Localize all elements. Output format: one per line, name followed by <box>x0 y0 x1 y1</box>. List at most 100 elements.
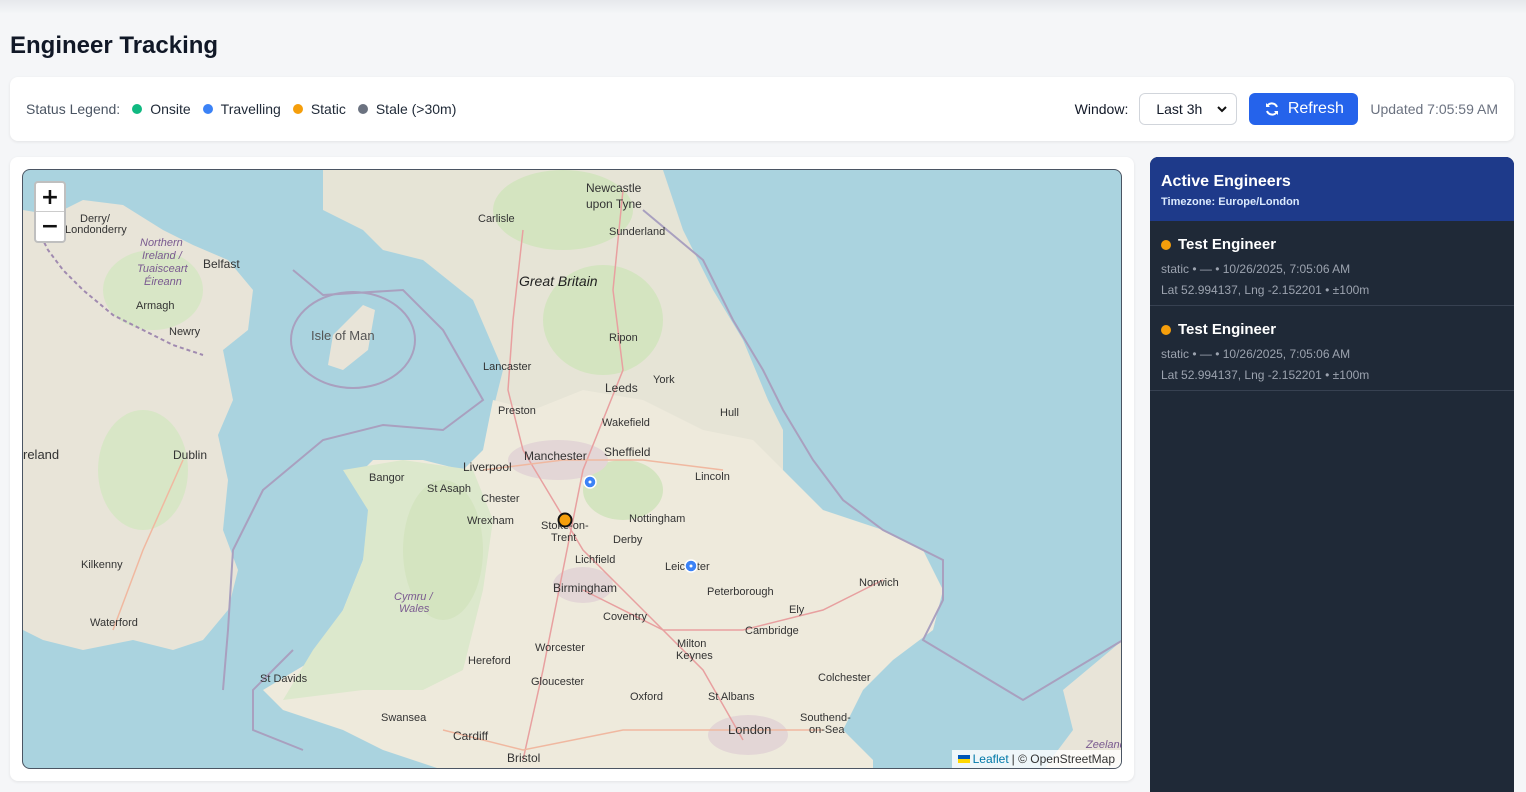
map-label: Birmingham <box>553 581 617 595</box>
status-dot-icon <box>1161 324 1171 335</box>
legend-item-onsite: Onsite <box>132 101 191 117</box>
map-label: York <box>653 374 675 386</box>
marker-travelling[interactable] <box>583 475 597 489</box>
map-label: Swansea <box>381 712 427 724</box>
map-label: Northern <box>140 237 183 249</box>
map-label: Worcester <box>535 642 585 654</box>
updated-timestamp: Updated 7:05:59 AM <box>1370 101 1498 117</box>
map-label: Hereford <box>468 655 511 667</box>
engineer-list-item[interactable]: Test Engineer static • — • 10/26/2025, 7… <box>1150 306 1514 391</box>
map-label: London <box>728 722 771 737</box>
map-attribution: Leaflet | © OpenStreetMap <box>951 750 1121 768</box>
map-label: Hull <box>720 407 739 419</box>
map-label: Leeds <box>605 381 638 395</box>
legend-item-travelling: Travelling <box>202 101 281 117</box>
legend-item-static: Static <box>292 101 346 117</box>
map-tiles: Newcastle upon Tyne Carlisle Sunderland … <box>23 170 1121 768</box>
zoom-control: + − <box>34 181 66 243</box>
engineer-coordinates: Lat 52.994137, Lng -2.152201 • ±100m <box>1161 368 1370 382</box>
map-label: Coventry <box>603 611 648 623</box>
map-label: upon Tyne <box>586 197 642 211</box>
map-label: Great Britain <box>519 273 598 289</box>
travelling-dot-icon <box>202 104 213 114</box>
map-label: Gloucester <box>531 676 585 688</box>
legend-label: Onsite <box>150 101 191 117</box>
map-label: Wales <box>399 603 430 615</box>
map-label: Sunderland <box>609 226 665 238</box>
map[interactable]: Newcastle upon Tyne Carlisle Sunderland … <box>22 169 1122 769</box>
refresh-icon <box>1265 102 1278 116</box>
map-label: Lincoln <box>695 471 730 483</box>
legend-label: Static <box>310 101 346 117</box>
engineer-name: Test Engineer <box>1178 236 1277 253</box>
map-label: Belfast <box>203 257 240 271</box>
marker-travelling[interactable] <box>684 559 698 573</box>
map-label: St Davids <box>260 673 308 685</box>
toolbar-controls: Window: Last 3h Refresh Updated 7:05:59 … <box>1075 77 1498 141</box>
legend-title: Status Legend: <box>26 101 121 117</box>
onsite-dot-icon <box>132 104 143 114</box>
attribution-text: | © OpenStreetMap <box>1011 752 1115 766</box>
map-label: Tuaisceart <box>137 263 188 275</box>
stale-dot-icon <box>357 104 368 114</box>
status-dot-icon <box>1161 239 1171 250</box>
map-label: Ireland / <box>142 250 183 262</box>
map-label: St Asaph <box>427 483 471 495</box>
engineer-list-item[interactable]: Test Engineer static • — • 10/26/2025, 7… <box>1150 221 1514 306</box>
legend-label: Stale (>30m) <box>375 101 457 117</box>
map-label: Lichfield <box>575 554 615 566</box>
leaflet-link[interactable]: Leaflet <box>973 752 1009 766</box>
map-label: Keynes <box>676 650 713 662</box>
map-label: Éireann <box>144 275 182 288</box>
map-label: Southend- <box>800 712 851 724</box>
map-label: Bangor <box>369 472 405 484</box>
engineer-coordinates: Lat 52.994137, Lng -2.152201 • ±100m <box>1161 283 1370 297</box>
map-label: Bristol <box>507 751 540 765</box>
zoom-out-button[interactable]: − <box>36 212 64 241</box>
page-title: Engineer Tracking <box>10 32 219 59</box>
ukraine-flag-icon <box>957 755 970 763</box>
map-label: Norwich <box>859 577 899 589</box>
map-label: Ely <box>789 604 805 616</box>
map-label: Milton <box>677 638 706 650</box>
legend-label: Travelling <box>220 101 281 117</box>
window-select-value: Last 3h <box>1156 101 1203 117</box>
map-label: Isle of Man <box>311 328 375 343</box>
map-label: St Albans <box>708 691 755 703</box>
map-label: reland <box>23 447 59 462</box>
map-label: Cardiff <box>453 729 489 743</box>
chevron-down-icon <box>1217 106 1228 113</box>
zoom-in-button[interactable]: + <box>36 183 64 212</box>
map-label: Chester <box>481 493 520 505</box>
panel-title: Active Engineers <box>1161 173 1291 190</box>
map-label: Peterborough <box>707 586 774 598</box>
map-label: Kilkenny <box>81 559 123 571</box>
engineer-status-meta: static • — • 10/26/2025, 7:05:06 AM <box>1161 347 1351 361</box>
window-select[interactable]: Last 3h <box>1139 93 1238 125</box>
map-label: Newcastle <box>586 181 642 195</box>
panel-header: Active Engineers Timezone: Europe/London <box>1150 157 1514 221</box>
window-label: Window: <box>1074 101 1129 117</box>
refresh-label: Refresh <box>1287 100 1344 117</box>
map-label: Liverpool <box>463 460 512 474</box>
status-legend: Status Legend: Onsite Travelling Static … <box>26 77 468 141</box>
terrain-patch <box>98 410 188 530</box>
map-label: on-Sea <box>809 724 845 736</box>
marker-static[interactable] <box>557 512 573 528</box>
map-label: Londonderry <box>65 224 127 236</box>
map-label: Colchester <box>818 672 871 684</box>
map-label: Nottingham <box>629 513 685 525</box>
refresh-button[interactable]: Refresh <box>1249 93 1359 125</box>
map-label: Dublin <box>173 448 207 462</box>
map-label: Manchester <box>524 449 587 463</box>
map-label: Oxford <box>630 691 663 703</box>
engineer-status-meta: static • — • 10/26/2025, 7:05:06 AM <box>1161 262 1351 276</box>
map-card: Newcastle upon Tyne Carlisle Sunderland … <box>10 157 1134 781</box>
timezone-label: Timezone: Europe/London <box>1161 196 1300 208</box>
engineers-panel: Active Engineers Timezone: Europe/London… <box>1150 157 1514 792</box>
map-label: Wrexham <box>467 515 514 527</box>
legend-item-stale: Stale (>30m) <box>357 101 457 117</box>
map-label: Carlisle <box>478 213 515 225</box>
map-label: Waterford <box>90 617 138 629</box>
map-label: Newry <box>169 326 201 338</box>
